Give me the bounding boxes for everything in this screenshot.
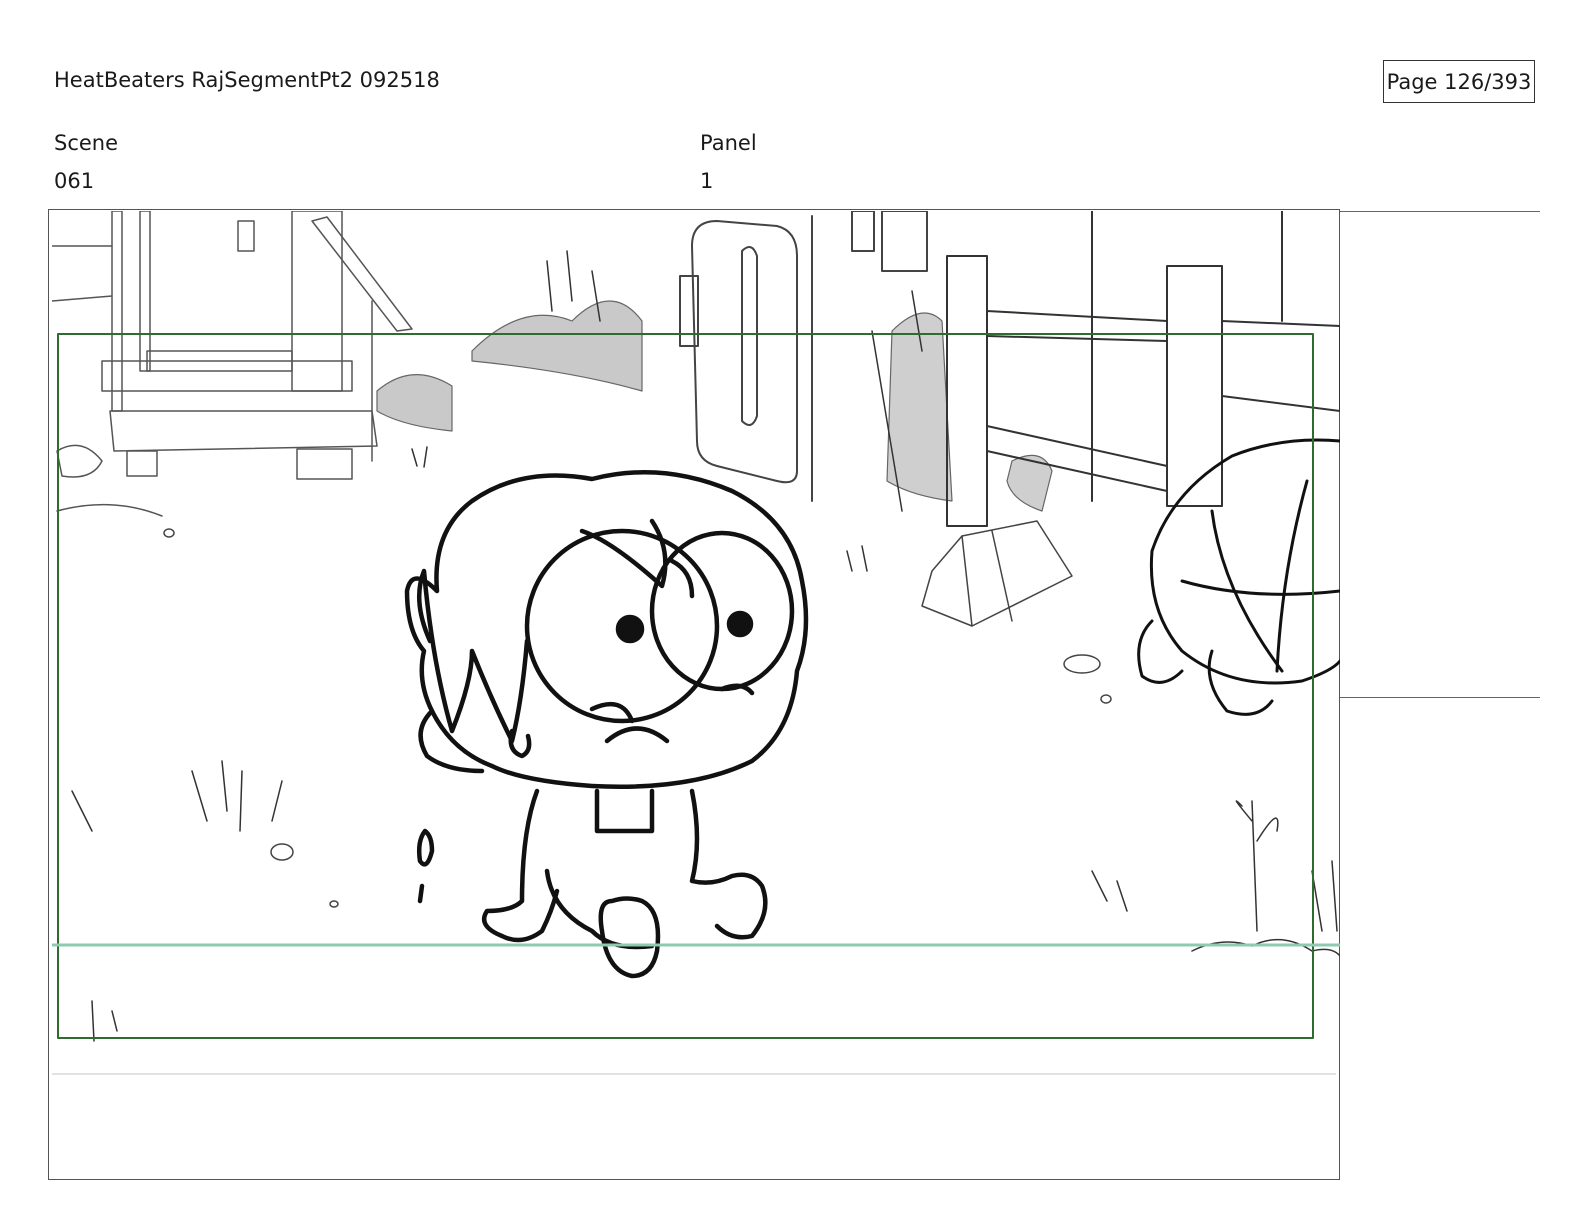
panel-label: Panel <box>700 131 757 155</box>
document-title: HeatBeaters RajSegmentPt2 092518 <box>54 68 440 92</box>
grass-strokes <box>71 250 1340 1042</box>
main-character <box>404 470 809 979</box>
storyboard-drawing <box>52 211 1340 1042</box>
side-divider-top <box>1340 211 1540 212</box>
offscreen-character <box>1137 438 1340 716</box>
scene-label: Scene <box>54 131 119 155</box>
page-counter: Page 126/393 <box>1383 60 1535 103</box>
stones <box>163 520 1112 908</box>
porch-background <box>52 211 413 517</box>
safe-frame <box>57 333 1314 1039</box>
bush-shapes <box>376 300 1053 512</box>
side-divider-bottom <box>1340 697 1540 698</box>
scene-number: 061 <box>54 169 95 193</box>
notes-divider <box>52 1073 1336 1075</box>
panel-number: 1 <box>700 169 714 193</box>
fence-background <box>946 211 1340 527</box>
